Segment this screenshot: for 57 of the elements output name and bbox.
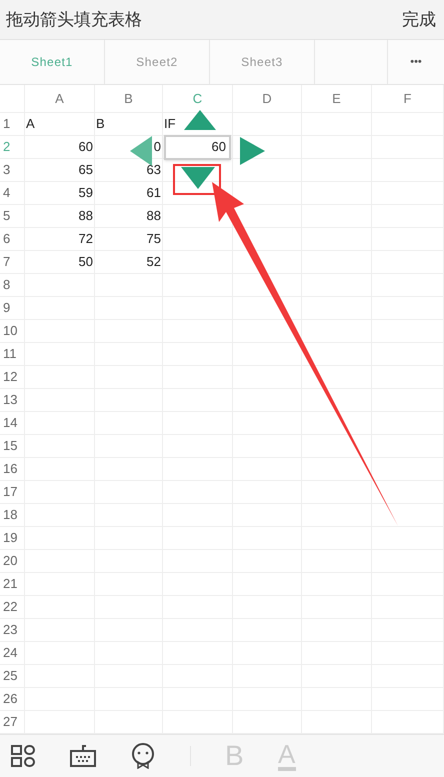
row-header[interactable]: 14 — [0, 412, 25, 434]
table-cell-text: 59 — [78, 184, 93, 202]
row-header[interactable]: 21 — [0, 573, 25, 595]
row-header[interactable]: 4 — [0, 182, 25, 204]
face-icon[interactable] — [130, 743, 156, 769]
done-button[interactable]: 完成 — [402, 6, 438, 32]
table-cell-text: 75 — [146, 230, 161, 248]
table-cell-text: 0 — [154, 138, 161, 156]
row-header[interactable]: 11 — [0, 343, 25, 365]
page-title: 拖动箭头填充表格 — [6, 8, 142, 31]
table-cell: 60 — [164, 134, 231, 160]
column-header[interactable]: D — [233, 85, 302, 112]
column-header[interactable]: B — [95, 85, 163, 112]
fill-up-handle[interactable] — [184, 110, 216, 130]
row-header[interactable]: 15 — [0, 435, 25, 457]
grid-icon[interactable] — [10, 744, 36, 768]
row-header[interactable]: 6 — [0, 228, 25, 250]
row-header[interactable]: 12 — [0, 366, 25, 388]
fill-right-handle[interactable] — [240, 137, 265, 165]
row-header[interactable]: 3 — [0, 159, 25, 181]
row-header[interactable]: 13 — [0, 389, 25, 411]
row-header[interactable]: 27 — [0, 711, 25, 733]
row-header[interactable]: 23 — [0, 619, 25, 641]
column-header[interactable]: A — [25, 85, 95, 112]
fill-down-handle[interactable] — [181, 167, 215, 189]
row-header[interactable]: 24 — [0, 642, 25, 664]
table-cell-text: 50 — [78, 253, 93, 272]
row-header[interactable]: 26 — [0, 688, 25, 710]
table-cell-text: B — [96, 115, 105, 134]
row-header[interactable]: 25 — [0, 665, 25, 687]
table-cell-text: 72 — [78, 230, 93, 248]
keyboard-icon[interactable] — [70, 744, 96, 768]
column-header[interactable]: E — [302, 85, 372, 112]
table-cell-text: IF — [164, 115, 176, 134]
row-header[interactable]: 1 — [0, 113, 25, 135]
row-header[interactable]: 20 — [0, 550, 25, 572]
table-cell-text: 88 — [146, 207, 161, 226]
row-header[interactable]: 18 — [0, 504, 25, 526]
table-cell-text: A — [26, 115, 35, 134]
row-header[interactable]: 9 — [0, 297, 25, 319]
row-header[interactable]: 7 — [0, 251, 25, 273]
row-header[interactable]: 19 — [0, 527, 25, 549]
fill-left-handle[interactable] — [130, 136, 152, 166]
row-header[interactable]: 10 — [0, 320, 25, 342]
table-cell-text: 61 — [146, 184, 161, 202]
table-cell-text: 65 — [78, 161, 93, 180]
column-header[interactable]: F — [372, 85, 444, 112]
table-cell-text: 88 — [78, 207, 93, 226]
row-header[interactable]: 16 — [0, 458, 25, 480]
row-header[interactable]: 8 — [0, 274, 25, 296]
row-header[interactable]: 22 — [0, 596, 25, 618]
row-header[interactable]: 17 — [0, 481, 25, 503]
table-cell-text: 60 — [78, 138, 93, 156]
more-button[interactable]: ••• — [388, 40, 444, 84]
table-cell-text: 52 — [146, 253, 161, 272]
table-cell-text: 63 — [146, 161, 161, 180]
row-header[interactable]: 5 — [0, 205, 25, 227]
